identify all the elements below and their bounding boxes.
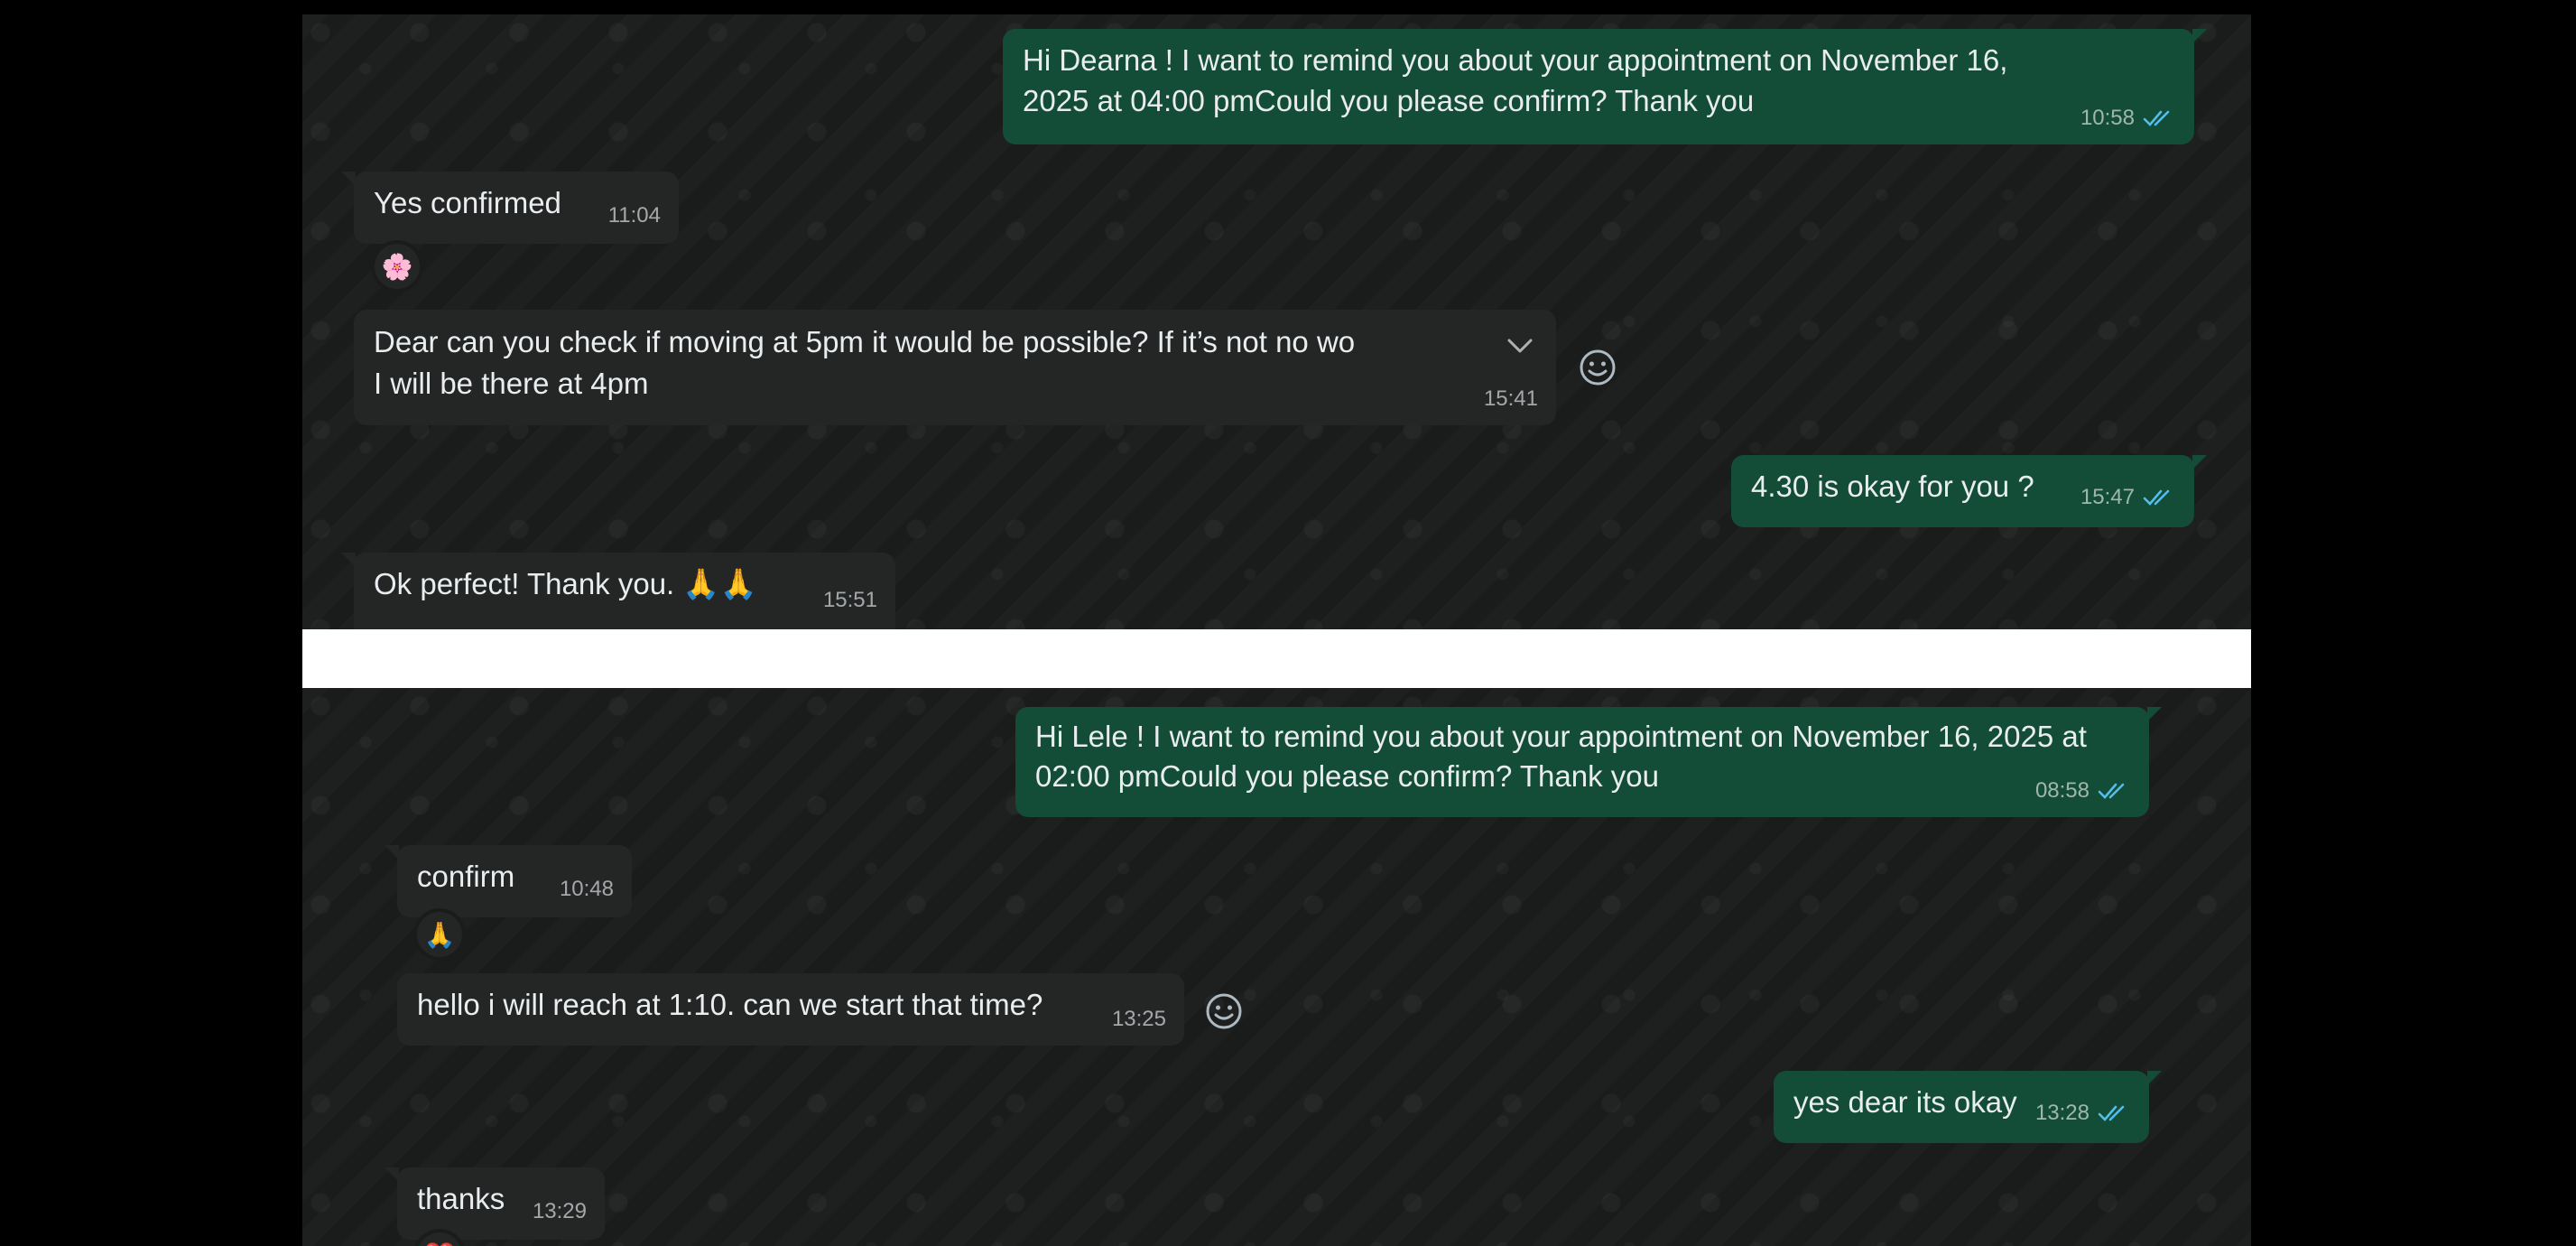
message-time: 15:47 — [2080, 485, 2135, 509]
message-text: I will be there at 4pm — [374, 367, 649, 400]
message-meta: 13:25 — [1112, 999, 1166, 1040]
message-meta: 15:47 — [2080, 477, 2178, 518]
message-bubble-incoming[interactable]: thanks 13:29 — [385, 1167, 605, 1240]
screenshot-divider — [302, 629, 2251, 688]
message-meta: 10:48 — [560, 869, 614, 910]
message-text: confirm — [417, 860, 515, 893]
chat-panel-lele: Hi Lele ! I want to remind you about you… — [302, 688, 2251, 1246]
message-time: 08:58 — [2034, 778, 2090, 803]
reaction-emoji: 🙏 — [423, 920, 456, 949]
message-time: 10:58 — [2080, 106, 2135, 130]
message-meta: 10:58 — [2080, 98, 2178, 139]
chat-panel-dearna: Hi Dearna ! I want to remind you about y… — [302, 14, 2251, 629]
smiley-icon[interactable] — [1579, 349, 1617, 386]
message-bubble-incoming[interactable]: confirm 10:48 — [385, 845, 632, 917]
message-time: 15:51 — [822, 588, 877, 612]
message-bubble-outgoing[interactable]: Hi Dearna ! I want to remind you about y… — [1003, 29, 2207, 144]
message-time: 15:41 — [1483, 386, 1538, 411]
smiley-icon[interactable] — [1205, 992, 1243, 1030]
message-meta: 15:51 — [823, 580, 877, 621]
message-text: Dear can you check if moving at 5pm it w… — [374, 325, 1356, 358]
message-text: thanks — [417, 1182, 505, 1215]
message-meta: 08:58 — [2035, 770, 2133, 812]
message-bubble-outgoing[interactable]: Hi Lele ! I want to remind you about you… — [1015, 707, 2162, 817]
message-bubble-incoming[interactable]: Dear can you check if moving at 5pm it w… — [354, 310, 1556, 425]
double-check-icon — [2098, 783, 2125, 799]
message-time: 13:29 — [532, 1199, 587, 1223]
message-meta: 15:41 — [1484, 378, 1538, 420]
double-check-icon — [2143, 110, 2170, 126]
message-bubble-outgoing[interactable]: yes dear its okay 13:28 — [1774, 1071, 2162, 1143]
message-time: 13:28 — [2034, 1101, 2090, 1125]
message-bubble-outgoing[interactable]: 4.30 is okay for you ? 15:47 — [1731, 455, 2207, 527]
reaction-emoji: ❤️ — [424, 1241, 456, 1246]
message-text: hello i will reach at 1:10. can we start… — [417, 988, 1043, 1021]
message-meta: 13:28 — [2035, 1093, 2133, 1134]
chevron-down-icon[interactable] — [1504, 335, 1536, 357]
message-meta: 11:04 — [608, 195, 661, 237]
message-text: 4.30 is okay for you ? — [1751, 470, 2034, 503]
message-time: 10:48 — [559, 877, 614, 901]
message-text: yes dear its okay — [1793, 1085, 2017, 1119]
message-text: 2025 at 04:00 pmCould you please confirm… — [1023, 84, 1755, 117]
message-bubble-incoming[interactable]: hello i will reach at 1:10. can we start… — [397, 973, 1184, 1046]
message-time: 13:25 — [1111, 1007, 1166, 1031]
message-text: Hi Dearna ! I want to remind you about y… — [1023, 43, 2008, 77]
message-text: 02:00 pmCould you please confirm? Thank … — [1035, 759, 1659, 793]
message-text: Hi Lele ! I want to remind you about you… — [1035, 720, 2087, 753]
message-meta: 13:29 — [533, 1191, 587, 1232]
message-time: 11:04 — [607, 203, 661, 228]
message-text: Yes confirmed — [374, 186, 561, 219]
message-text: Ok perfect! Thank you. 🙏🙏 — [374, 567, 757, 600]
double-check-icon — [2098, 1105, 2125, 1121]
double-check-icon — [2143, 489, 2170, 506]
reaction-badge[interactable]: 🌸 — [375, 244, 420, 289]
message-bubble-incoming[interactable]: Ok perfect! Thank you. 🙏🙏 15:51 — [341, 553, 895, 629]
reaction-emoji: 🌸 — [381, 252, 413, 281]
message-bubble-incoming[interactable]: Yes confirmed 11:04 — [341, 172, 679, 244]
reaction-badge[interactable]: 🙏 — [417, 912, 462, 957]
